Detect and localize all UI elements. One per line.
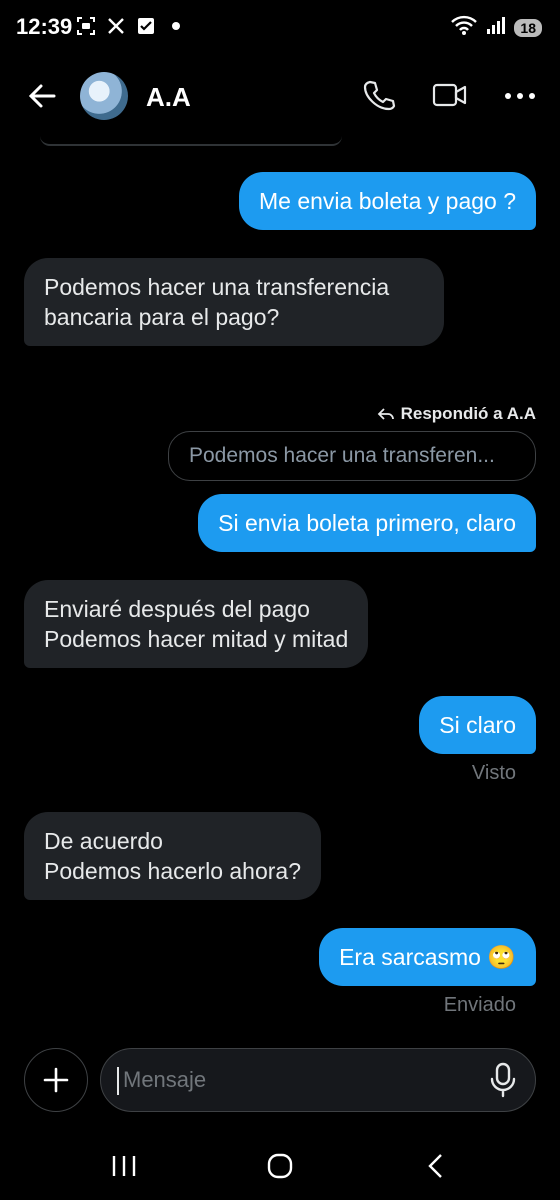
x-logo-icon xyxy=(106,16,126,36)
microphone-icon[interactable] xyxy=(485,1061,521,1099)
reply-indicator: Respondió a A.A xyxy=(377,404,536,424)
status-time: 12:39 xyxy=(16,14,73,39)
signal-icon xyxy=(486,15,506,40)
avatar[interactable] xyxy=(80,72,128,120)
contact-name[interactable]: A.A xyxy=(146,82,191,113)
recent-apps-icon[interactable] xyxy=(104,1146,144,1186)
wifi-icon xyxy=(450,14,478,41)
message-bubble-incoming[interactable]: Podemos hacer una transferencia bancaria… xyxy=(24,258,444,346)
message-line: De acuerdo xyxy=(44,828,163,854)
message-status: Enviado xyxy=(443,994,516,1016)
battery-icon: 18 xyxy=(514,18,542,37)
message-line: Podemos hacerlo ahora? xyxy=(44,858,301,884)
message-line: Podemos hacer mitad y mitad xyxy=(44,626,349,652)
chat-header: A.A xyxy=(0,56,560,136)
quoted-message[interactable]: Podemos hacer una transferen... xyxy=(168,431,536,481)
message-bubble-outgoing[interactable]: Si claro xyxy=(419,696,536,754)
back-nav-icon[interactable] xyxy=(416,1146,456,1186)
video-icon[interactable] xyxy=(432,78,468,114)
message-bubble-incoming[interactable]: Enviaré después del pago Podemos hacer m… xyxy=(24,580,369,668)
message-input[interactable] xyxy=(121,1049,485,1111)
composer xyxy=(0,1048,560,1114)
plus-icon xyxy=(43,1067,69,1093)
message-line: Enviaré después del pago xyxy=(44,596,310,622)
reply-icon xyxy=(377,408,394,420)
screenshot-icon xyxy=(76,16,96,36)
previous-message-edge xyxy=(40,136,342,146)
message-status: Visto xyxy=(471,762,516,784)
status-bar: 12:39 18 xyxy=(0,0,560,56)
message-bubble-incoming[interactable]: De acuerdo Podemos hacerlo ahora? xyxy=(24,812,321,900)
back-arrow-icon[interactable] xyxy=(26,78,58,114)
dot-icon xyxy=(166,16,186,36)
system-navigation-bar xyxy=(0,1136,560,1200)
text-cursor xyxy=(117,1067,119,1095)
reply-label: Respondió a A.A xyxy=(400,404,536,423)
add-attachment-button[interactable] xyxy=(24,1048,88,1112)
message-bubble-outgoing[interactable]: Si envia boleta primero, claro xyxy=(198,494,536,552)
message-input-box[interactable] xyxy=(100,1048,536,1112)
message-list[interactable]: Me envia boleta y pago ? Podemos hacer u… xyxy=(0,136,560,1036)
phone-icon[interactable] xyxy=(362,78,398,114)
check-box-icon xyxy=(136,16,156,36)
home-icon[interactable] xyxy=(260,1146,300,1186)
message-bubble-outgoing[interactable]: Era sarcasmo 🙄 xyxy=(319,928,536,986)
more-icon[interactable] xyxy=(502,78,538,114)
message-bubble-outgoing[interactable]: Me envia boleta y pago ? xyxy=(238,172,536,230)
